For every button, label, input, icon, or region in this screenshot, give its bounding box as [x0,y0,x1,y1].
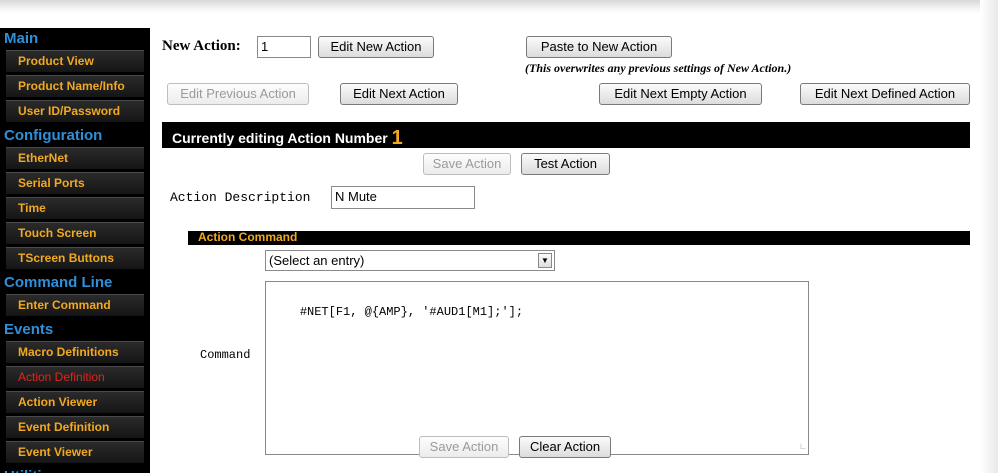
chevron-down-icon[interactable]: ▼ [538,253,552,268]
sidebar-item-serial-ports[interactable]: Serial Ports [6,172,144,194]
sidebar-item-macro-definitions[interactable]: Macro Definitions [6,341,144,363]
sidebar-item-product-name-info[interactable]: Product Name/Info [6,75,144,97]
save-action-button-top[interactable]: Save Action [423,153,511,175]
sidebar-item-user-id-password[interactable]: User ID/Password [6,100,144,122]
sidebar-section-configuration: Configuration [4,127,103,144]
right-shadow [980,0,998,473]
sidebar-item-action-definition[interactable]: Action Definition [6,366,144,388]
sidebar-item-event-viewer[interactable]: Event Viewer [6,441,144,463]
sidebar-section-events: Events [4,321,54,338]
action-command-bar: Action Command [188,230,970,245]
currently-editing-heading: Currently editing Action Number 1 [172,126,403,149]
paste-warning-note: (This overwrites any previous settings o… [525,61,792,75]
action-command-title: Action Command [198,230,298,244]
test-action-button[interactable]: Test Action [521,153,610,175]
action-description-label: Action Description [170,190,311,205]
edit-next-action-button[interactable]: Edit Next Action [340,83,458,105]
top-shadow [0,0,998,14]
action-number: 1 [391,127,403,149]
edit-next-empty-action-button[interactable]: Edit Next Empty Action [599,83,762,105]
sidebar-item-time[interactable]: Time [6,197,144,219]
resize-handle-icon[interactable]: ∟ [801,443,806,452]
sidebar-nav: Main Product View Product Name/Info User ID… [0,28,150,473]
main-content: New Action: 1 Edit New Action Paste to N… [160,28,980,473]
sidebar-item-tscreen-buttons[interactable]: TScreen Buttons [6,247,144,269]
edit-new-action-button[interactable]: Edit New Action [318,36,434,58]
sidebar-item-enter-command[interactable]: Enter Command [6,294,144,316]
sidebar-section-utilities: Utilities [0,466,150,473]
command-select[interactable]: (Select an entry) ▼ [265,250,555,271]
sidebar-item-ethernet[interactable]: EtherNet [6,147,144,169]
sidebar-section-command-line: Command Line [4,274,113,291]
paste-to-new-action-button[interactable]: Paste to New Action [526,36,672,58]
command-label: Command [200,348,251,362]
sidebar-section-main: Main [4,30,39,47]
sidebar-item-action-viewer[interactable]: Action Viewer [6,391,144,413]
sidebar-item-touch-screen[interactable]: Touch Screen [6,222,144,244]
command-select-value: (Select an entry) [269,253,365,268]
save-action-button-bottom[interactable]: Save Action [419,436,509,458]
clear-action-button[interactable]: Clear Action [519,436,611,458]
new-action-number-input[interactable]: 1 [257,36,311,58]
sidebar-item-event-definition[interactable]: Event Definition [6,416,144,438]
currently-editing-bar: Currently editing Action Number 1 [162,122,970,149]
action-description-input[interactable]: N Mute [331,186,475,209]
currently-editing-text: Currently editing Action Number [172,130,388,146]
sidebar-item-product-view[interactable]: Product View [6,50,144,72]
edit-next-defined-action-button[interactable]: Edit Next Defined Action [800,83,970,105]
new-action-label: New Action: [162,38,241,54]
command-text: #NET[F1, @{AMP}, '#AUD1[M1];']; [299,305,524,319]
command-textarea[interactable]: #NET[F1, @{AMP}, '#AUD1[M1];']; ∟ [265,281,809,455]
edit-previous-action-button[interactable]: Edit Previous Action [167,83,309,105]
